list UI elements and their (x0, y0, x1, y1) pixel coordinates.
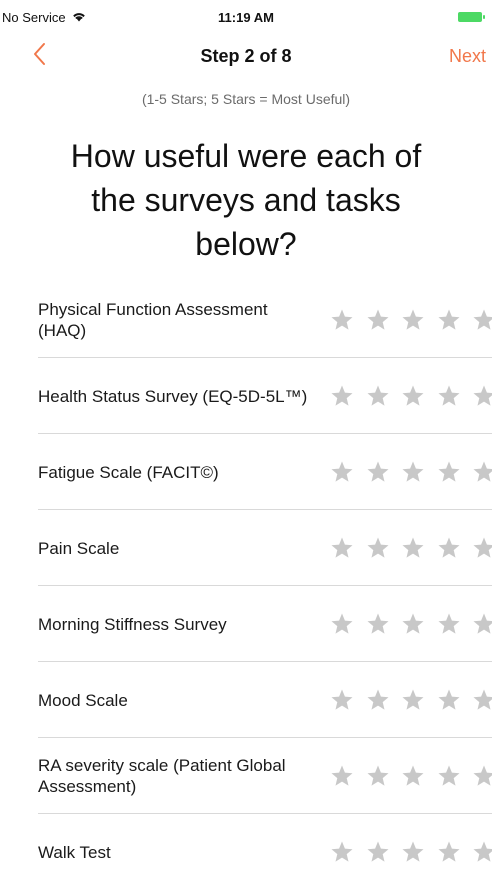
star-rating (330, 282, 492, 358)
star-icon[interactable] (401, 536, 425, 560)
survey-list: Physical Function Assessment (HAQ) Health… (0, 282, 492, 890)
star-icon[interactable] (472, 460, 492, 484)
survey-label: Mood Scale (38, 690, 128, 710)
star-rating (330, 510, 492, 586)
star-icon[interactable] (472, 384, 492, 408)
star-icon[interactable] (330, 688, 354, 712)
star-rating (330, 358, 492, 434)
star-icon[interactable] (472, 688, 492, 712)
star-icon[interactable] (437, 308, 461, 332)
star-rating (330, 738, 492, 814)
star-icon[interactable] (401, 308, 425, 332)
star-icon[interactable] (366, 308, 390, 332)
next-button[interactable]: Next (449, 46, 486, 67)
survey-row: Physical Function Assessment (HAQ) (0, 282, 492, 358)
star-rating (330, 586, 492, 662)
star-icon[interactable] (401, 612, 425, 636)
star-icon[interactable] (401, 840, 425, 864)
survey-label: Walk Test (38, 842, 111, 862)
survey-row: Fatigue Scale (FACIT©) (0, 434, 492, 510)
back-button[interactable] (32, 42, 56, 70)
star-icon[interactable] (330, 384, 354, 408)
navigation-bar: Step 2 of 8 Next (0, 36, 492, 76)
star-icon[interactable] (437, 688, 461, 712)
star-icon[interactable] (401, 460, 425, 484)
star-icon[interactable] (366, 612, 390, 636)
status-bar: No Service 11:19 AM (0, 0, 492, 36)
star-icon[interactable] (472, 536, 492, 560)
rating-instructions: (1-5 Stars; 5 Stars = Most Useful) (141, 91, 351, 107)
star-rating (330, 662, 492, 738)
page-title: Step 2 of 8 (200, 46, 292, 66)
star-icon[interactable] (437, 536, 461, 560)
star-icon[interactable] (366, 764, 390, 788)
star-icon[interactable] (401, 384, 425, 408)
star-icon[interactable] (366, 384, 390, 408)
star-icon[interactable] (366, 840, 390, 864)
star-icon[interactable] (401, 764, 425, 788)
star-rating (330, 434, 492, 510)
survey-label: Fatigue Scale (FACIT©) (38, 462, 219, 482)
survey-row: Mood Scale (0, 662, 492, 738)
question-heading: How useful were each of the surveys and … (70, 138, 422, 262)
survey-label: Physical Function Assessment (HAQ) (38, 300, 268, 340)
survey-row: Pain Scale (0, 510, 492, 586)
star-icon[interactable] (330, 536, 354, 560)
survey-row: Walk Test (0, 814, 492, 890)
star-icon[interactable] (437, 840, 461, 864)
status-time: 11:19 AM (218, 10, 274, 25)
star-icon[interactable] (330, 612, 354, 636)
star-icon[interactable] (366, 688, 390, 712)
star-icon[interactable] (437, 612, 461, 636)
star-icon[interactable] (330, 764, 354, 788)
star-icon[interactable] (437, 384, 461, 408)
star-icon[interactable] (437, 764, 461, 788)
survey-label: Health Status Survey (EQ-5D-5L™) (38, 386, 308, 406)
star-icon[interactable] (472, 840, 492, 864)
battery-icon (458, 11, 488, 23)
star-icon[interactable] (472, 764, 492, 788)
star-rating (330, 814, 492, 890)
survey-row: Morning Stiffness Survey (0, 586, 492, 662)
star-icon[interactable] (472, 612, 492, 636)
star-icon[interactable] (330, 840, 354, 864)
survey-row: RA severity scale (Patient Global Assess… (0, 738, 492, 814)
survey-label: RA severity scale (Patient Global Assess… (38, 756, 286, 796)
star-icon[interactable] (366, 536, 390, 560)
survey-label: Pain Scale (38, 538, 120, 558)
star-icon[interactable] (330, 308, 354, 332)
star-icon[interactable] (330, 460, 354, 484)
star-icon[interactable] (366, 460, 390, 484)
survey-row: Health Status Survey (EQ-5D-5L™) (0, 358, 492, 434)
star-icon[interactable] (472, 308, 492, 332)
star-icon[interactable] (401, 688, 425, 712)
survey-label: Morning Stiffness Survey (38, 614, 227, 634)
chevron-left-icon (32, 43, 46, 70)
star-icon[interactable] (437, 460, 461, 484)
